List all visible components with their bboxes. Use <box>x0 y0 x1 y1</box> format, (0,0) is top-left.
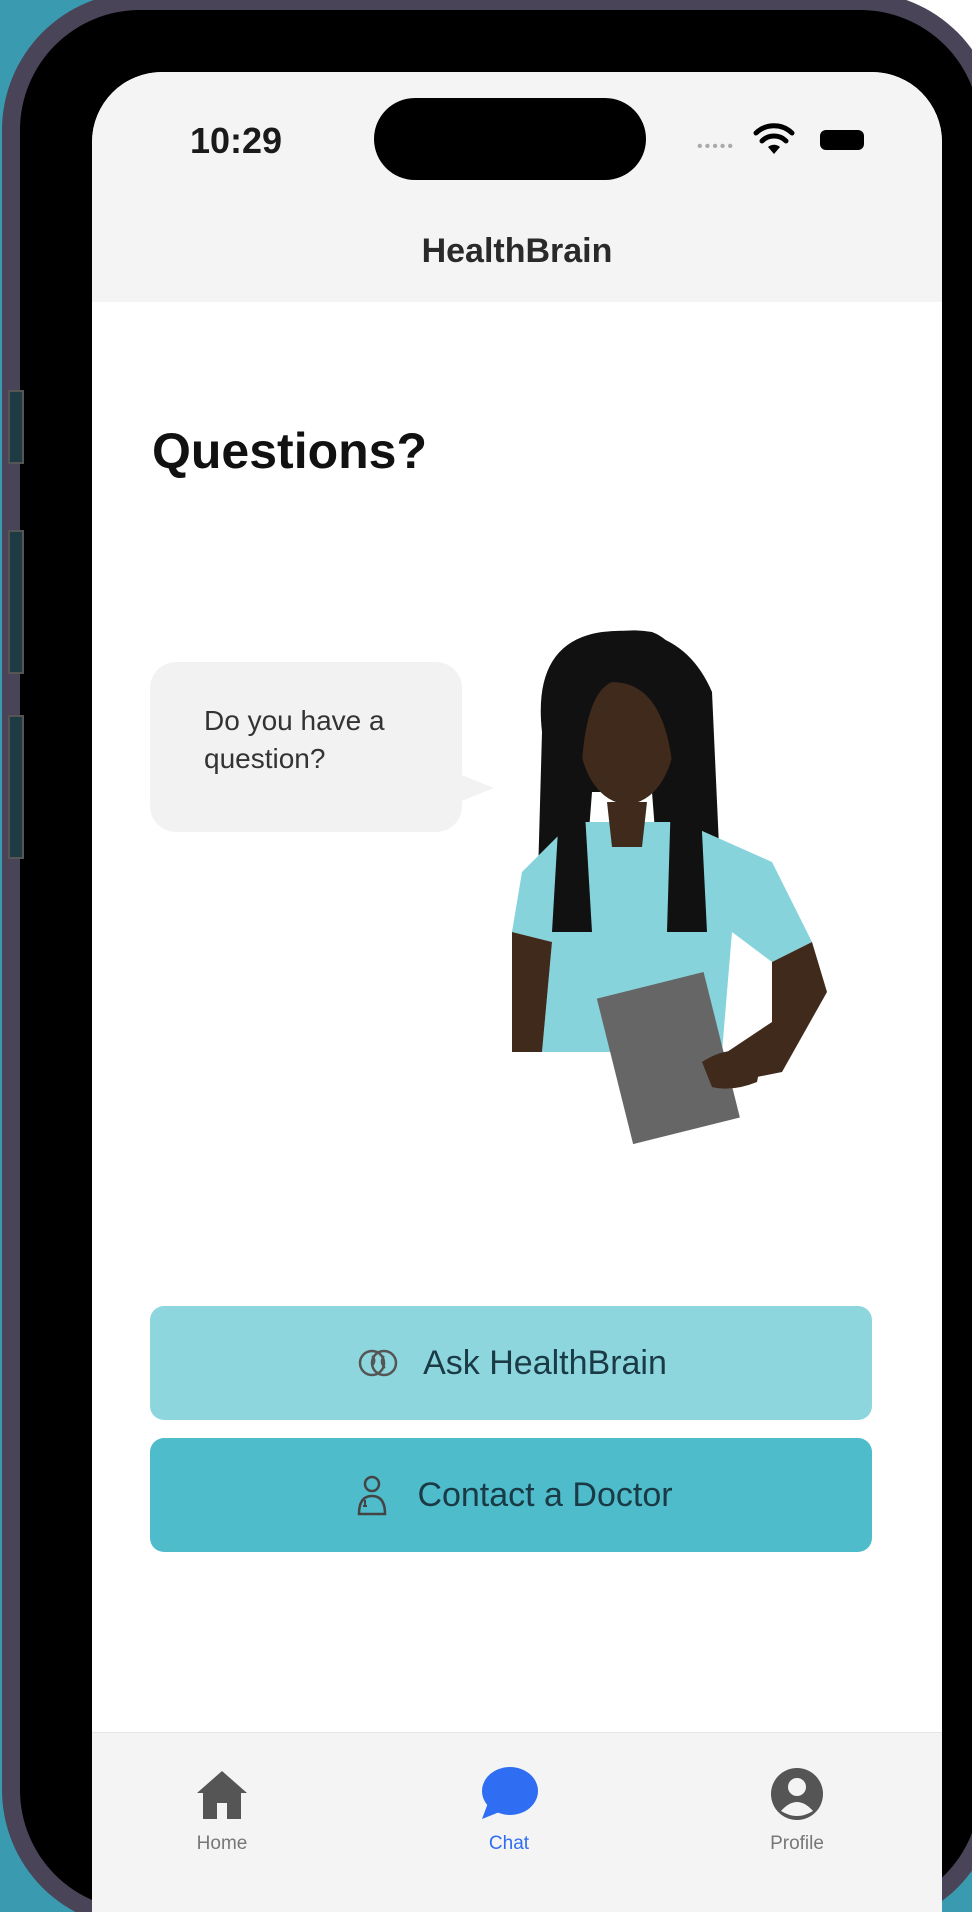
dynamic-island <box>374 98 646 180</box>
battery-icon <box>820 130 864 150</box>
status-time: 10:29 <box>190 120 283 161</box>
page-title: Questions? <box>152 423 428 479</box>
contact-doctor-button[interactable]: Contact a Doctor <box>150 1438 872 1552</box>
speech-bubble: Do you have a question? <box>150 662 462 832</box>
ask-healthbrain-label: Ask HealthBrain <box>423 1343 667 1382</box>
tab-chat[interactable]: Chat <box>429 1763 589 1855</box>
brain-icon <box>358 1349 398 1377</box>
tab-profile-label: Profile <box>770 1833 824 1854</box>
wifi-icon <box>753 123 795 154</box>
app-screen: 10:29 ••••• HealthBrain Questions? Do yo… <box>92 72 942 1912</box>
tab-home[interactable]: Home <box>142 1763 302 1855</box>
status-bar: 10:29 ••••• HealthBrain <box>92 72 942 302</box>
bubble-text: Do you have a question? <box>204 705 385 774</box>
tab-home-label: Home <box>196 1833 248 1854</box>
tab-bar: Home Chat Profile <box>92 1732 942 1912</box>
tab-profile[interactable]: Profile <box>717 1763 877 1855</box>
doctor-illustration <box>512 630 827 1145</box>
contact-doctor-label: Contact a Doctor <box>417 1475 673 1514</box>
side-button <box>8 530 24 674</box>
doctor-icon <box>358 1475 387 1516</box>
signal-icon: ••••• <box>697 138 736 155</box>
side-button <box>8 390 24 464</box>
nav-title: HealthBrain <box>421 232 613 270</box>
chat-bubble-icon <box>482 1767 538 1819</box>
home-icon <box>197 1771 247 1819</box>
profile-icon <box>771 1768 823 1820</box>
ask-healthbrain-button[interactable]: Ask HealthBrain <box>150 1306 872 1420</box>
side-button <box>8 715 24 859</box>
phone-frame: 10:29 ••••• HealthBrain Questions? Do yo… <box>20 10 972 1912</box>
tab-chat-label: Chat <box>488 1833 530 1854</box>
